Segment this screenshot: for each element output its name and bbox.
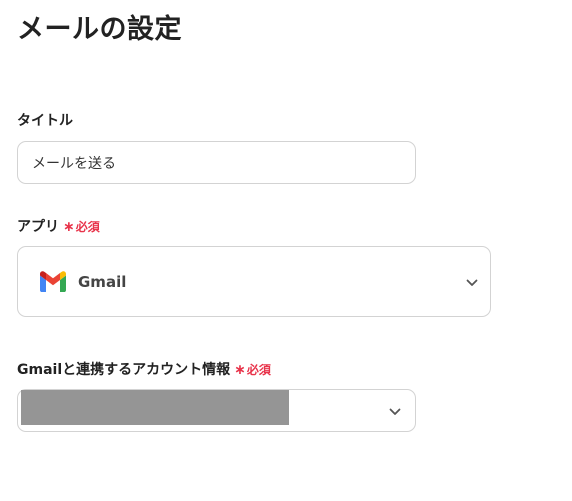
app-field-label: アプリ ∗必須	[17, 217, 100, 237]
app-label-text: アプリ	[17, 219, 59, 235]
redacted-account-value	[21, 390, 289, 425]
gmail-logo-icon	[39, 271, 67, 292]
page-title: メールの設定	[17, 14, 182, 45]
account-label-text: Gmailと連携するアカウント情報	[17, 362, 231, 378]
required-star: ∗	[234, 362, 246, 378]
account-select[interactable]	[17, 389, 416, 432]
title-field-label: タイトル	[17, 113, 73, 129]
required-badge: ∗必須	[234, 362, 271, 378]
required-text: 必須	[75, 220, 100, 234]
chevron-down-icon	[466, 279, 478, 286]
app-select[interactable]: Gmail	[17, 246, 491, 317]
required-star: ∗	[63, 219, 75, 235]
account-field-label: Gmailと連携するアカウント情報 ∗必須	[17, 360, 271, 380]
app-select-value: Gmail	[78, 273, 127, 291]
required-text: 必須	[246, 363, 271, 377]
required-badge: ∗必須	[63, 219, 100, 235]
title-input[interactable]	[17, 141, 416, 184]
chevron-down-icon	[389, 408, 401, 415]
